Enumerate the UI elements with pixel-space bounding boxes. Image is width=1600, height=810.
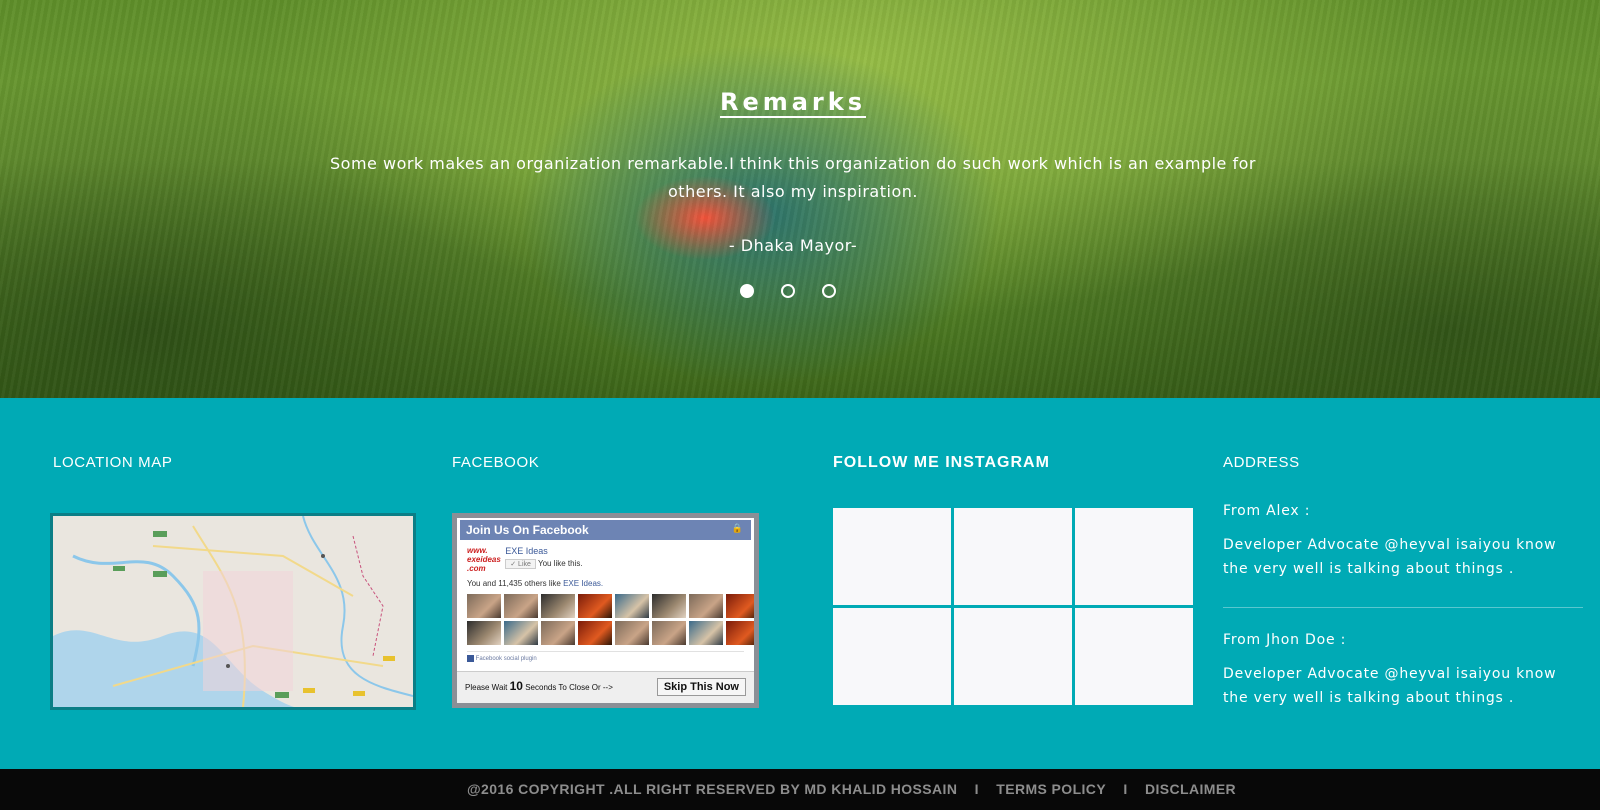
remarks-content: Remarks Some work makes an organization …: [0, 0, 1600, 398]
slider-dot-3[interactable]: [822, 284, 836, 298]
like-label: Like: [518, 561, 531, 568]
fan-avatar[interactable]: [652, 621, 686, 645]
remarks-title: Remarks: [719, 88, 867, 116]
facebook-widget-header: Join Us On Facebook 🔒: [460, 520, 751, 540]
logo-line-2: exeideas: [467, 555, 501, 564]
fan-avatar[interactable]: [541, 594, 575, 618]
slider-dot-2[interactable]: [781, 284, 795, 298]
facebook-title: FACEBOOK: [452, 454, 540, 471]
instagram-title: FOLLOW ME INSTAGRAM: [833, 454, 1050, 471]
exeideas-logo: www. exeideas .com: [467, 546, 503, 573]
copyright-text: @2016 COPYRIGHT .ALL RIGHT RESERVED BY M…: [467, 781, 958, 797]
footer-section: LOCATION MAP FACEBOOK Join Us On Faceboo…: [0, 398, 1600, 769]
disclaimer-link[interactable]: DISCLAIMER: [1145, 781, 1236, 797]
facebook-fan-faces: [467, 594, 754, 645]
fan-avatar[interactable]: [467, 621, 501, 645]
fan-avatar[interactable]: [541, 621, 575, 645]
copyright-line: @2016 COPYRIGHT .ALL RIGHT RESERVED BY M…: [467, 781, 1236, 797]
fan-avatar[interactable]: [652, 594, 686, 618]
fan-avatar[interactable]: [578, 594, 612, 618]
remarks-quote: Some work makes an organization remarkab…: [330, 154, 1256, 201]
lock-icon: 🔒: [731, 523, 743, 533]
instagram-tile[interactable]: [954, 608, 1072, 705]
others-like-page[interactable]: EXE Ideas.: [563, 579, 603, 588]
address-text-2: Developer Advocate @heyval isaiyou know …: [1223, 666, 1557, 706]
address-from-2: From Jhon Doe :: [1223, 632, 1347, 648]
fan-avatar[interactable]: [689, 621, 723, 645]
slider-dot-1[interactable]: [740, 284, 754, 298]
instagram-tile[interactable]: [833, 508, 951, 605]
fan-avatar[interactable]: [615, 621, 649, 645]
instagram-tile[interactable]: [1075, 508, 1193, 605]
facebook-plugin-label: Facebook social plugin: [467, 651, 744, 662]
slider-pagination: [740, 284, 836, 298]
others-like-text: You and 11,435 others like: [467, 579, 561, 588]
address-from-1: From Alex :: [1223, 503, 1311, 519]
separator: I: [1123, 781, 1128, 797]
fan-avatar[interactable]: [578, 621, 612, 645]
fan-avatar[interactable]: [467, 594, 501, 618]
fan-avatar[interactable]: [615, 594, 649, 618]
plugin-label-text: Facebook social plugin: [475, 656, 537, 663]
fan-avatar[interactable]: [689, 594, 723, 618]
skip-button[interactable]: Skip This Now: [656, 678, 746, 696]
terms-policy-link[interactable]: TERMS POLICY: [996, 781, 1106, 797]
facebook-others-line: You and 11,435 others like EXE Ideas.: [467, 579, 744, 588]
fan-avatar[interactable]: [726, 594, 754, 618]
copyright-bar: @2016 COPYRIGHT .ALL RIGHT RESERVED BY M…: [0, 769, 1600, 810]
facebook-close-bar: Please Wait 10 Seconds To Close Or --> S…: [457, 671, 754, 703]
facebook-page-name[interactable]: EXE Ideas: [505, 546, 548, 556]
location-map[interactable]: [50, 513, 416, 710]
fan-avatar[interactable]: [726, 621, 754, 645]
wait-suffix: Seconds To Close Or -->: [525, 683, 613, 692]
instagram-tile[interactable]: [833, 608, 951, 705]
fan-avatar[interactable]: [504, 621, 538, 645]
instagram-grid: [833, 508, 1194, 705]
instagram-tile[interactable]: [1075, 608, 1193, 705]
you-like-text: You like this.: [537, 559, 583, 568]
logo-line-1: www.: [467, 546, 488, 555]
facebook-like-button[interactable]: ✓ Like: [505, 559, 536, 569]
logo-line-3: .com: [467, 564, 486, 573]
remarks-author: - Dhaka Mayor-: [728, 236, 858, 255]
facebook-widget-body: www. exeideas .com EXE Ideas ✓ Like You …: [457, 540, 754, 668]
facebook-icon: [467, 655, 474, 662]
location-map-title: LOCATION MAP: [53, 454, 173, 471]
remarks-hero: Remarks Some work makes an organization …: [0, 0, 1600, 398]
instagram-tile[interactable]: [954, 508, 1072, 605]
facebook-widget-header-text: Join Us On Facebook: [466, 523, 589, 537]
address-text-1: Developer Advocate @heyval isaiyou know …: [1223, 537, 1557, 577]
facebook-widget[interactable]: Join Us On Facebook 🔒 www. exeideas .com…: [452, 513, 759, 708]
address-title: ADDRESS: [1223, 454, 1300, 471]
separator: I: [974, 781, 979, 797]
map-image: [53, 516, 413, 707]
wait-seconds: 10: [509, 679, 523, 693]
fan-avatar[interactable]: [504, 594, 538, 618]
wait-prefix: Please Wait: [465, 683, 508, 692]
address-divider: [1223, 607, 1583, 608]
